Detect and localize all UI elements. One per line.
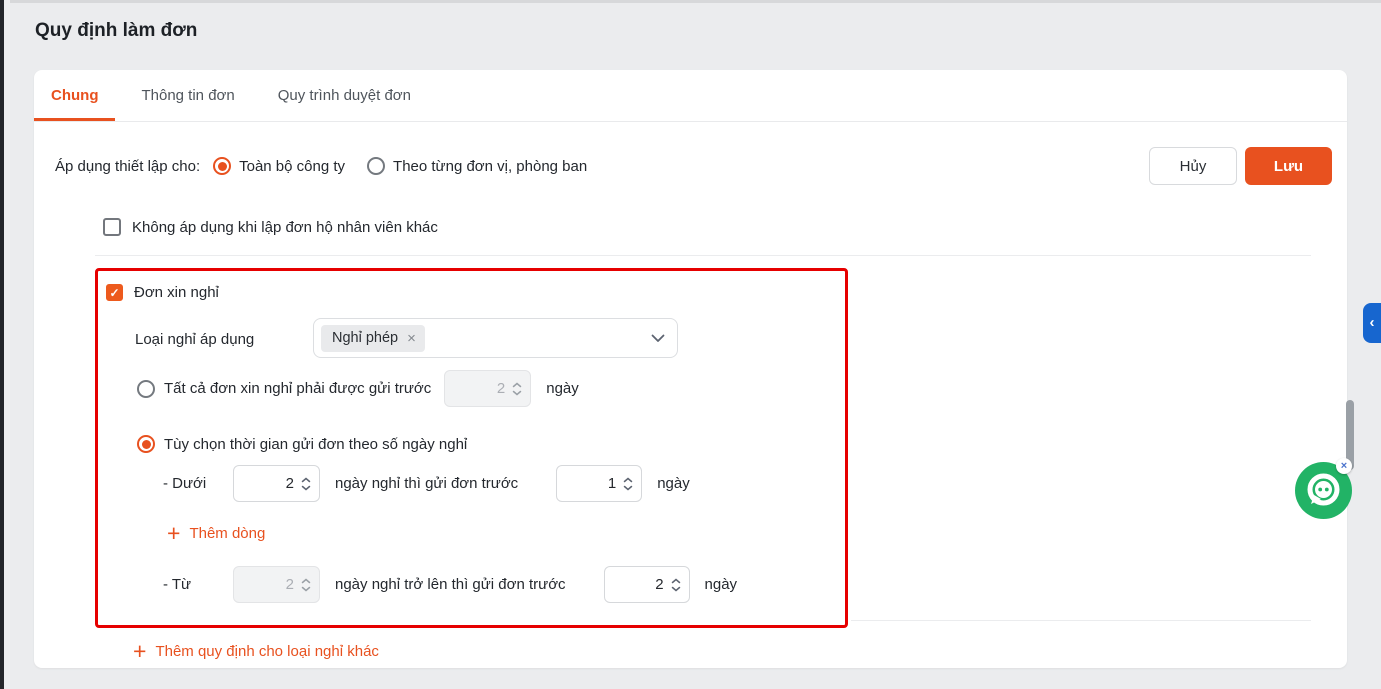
radio-option-per-department[interactable]: Theo từng đơn vị, phòng ban <box>367 157 587 175</box>
leave-type-tag: Nghỉ phép × <box>321 324 425 352</box>
action-buttons: Hủy Lưu <box>1149 147 1332 185</box>
from-days-stepper <box>233 566 320 603</box>
chevron-left-icon: ‹ <box>1369 313 1375 331</box>
radio-dot <box>217 161 227 171</box>
rule-custom-radio[interactable] <box>137 435 155 453</box>
under-days-stepper[interactable] <box>233 465 320 502</box>
cancel-button[interactable]: Hủy <box>1149 147 1237 185</box>
unit-label: ngày <box>704 576 738 593</box>
radio-per-department[interactable] <box>367 157 386 175</box>
chat-close-button[interactable]: × <box>1336 458 1352 474</box>
rule-fixed-days-stepper <box>444 370 532 407</box>
rule-custom-label: Tùy chọn thời gian gửi đơn theo số ngày … <box>164 435 468 453</box>
unit-label: ngày <box>657 475 690 492</box>
radio-dot <box>141 439 151 449</box>
unit-label: ngày <box>546 380 579 397</box>
stepper-arrows-icon[interactable] <box>623 477 633 491</box>
radio-option-whole-company[interactable]: Toàn bộ công ty <box>213 157 345 175</box>
annotation-rectangle: ✓ Đơn xin nghỉ Loại nghỉ áp dụng Nghỉ ph… <box>95 268 848 628</box>
radio-label: Toàn bộ công ty <box>239 157 346 175</box>
settings-card: Chung Thông tin đơn Quy trình duyệt đơn … <box>34 70 1347 668</box>
stepper-arrows-icon[interactable] <box>671 578 681 592</box>
leave-request-checkbox[interactable]: ✓ <box>106 284 123 301</box>
tabbar: Chung Thông tin đơn Quy trình duyệt đơn <box>34 70 1347 122</box>
add-row-label: Thêm dòng <box>189 524 266 542</box>
from-send-before-input[interactable] <box>612 576 671 593</box>
rule-fixed-label: Tất cả đơn xin nghỉ phải được gửi trước <box>164 380 432 397</box>
rule-fixed-radio[interactable] <box>137 379 155 398</box>
skip-for-others-row[interactable]: ✓ Không áp dụng khi lập đơn hộ nhân viên… <box>103 218 438 236</box>
stepper-arrows-icon <box>512 382 522 396</box>
under-send-before-input[interactable] <box>565 475 624 492</box>
rule-under-row: - Dưới ngày nghỉ thì gửi đơn trước ngày <box>163 465 690 502</box>
add-leave-rule-link[interactable]: + Thêm quy định cho loại nghỉ khác <box>133 638 379 664</box>
leave-type-label: Loại nghỉ áp dụng <box>135 331 255 348</box>
rule-under-middle-text: ngày nghỉ thì gửi đơn trước <box>335 475 519 492</box>
rule-from-middle-text: ngày nghỉ trở lên thì gửi đơn trước <box>335 576 566 593</box>
window-top-edge <box>0 0 1381 3</box>
tab-quy-trinh-duyet-don[interactable]: Quy trình duyệt đơn <box>261 70 428 121</box>
page-title: Quy định làm đơn <box>35 20 198 41</box>
from-send-before-stepper[interactable] <box>603 566 690 603</box>
rule-custom-row: Tùy chọn thời gian gửi đơn theo số ngày … <box>137 432 480 456</box>
under-days-input[interactable] <box>242 475 301 492</box>
rule-fixed-days-input <box>453 380 513 397</box>
apply-settings-label: Áp dụng thiết lập cho: <box>55 157 201 175</box>
rule-from-row: - Từ ngày nghỉ trở lên thì gửi đơn trước… <box>163 566 737 603</box>
check-icon: ✓ <box>109 285 120 300</box>
divider <box>851 620 1311 621</box>
stepper-arrows-icon[interactable] <box>301 477 311 491</box>
rule-from-prefix: - Từ <box>163 576 192 593</box>
leave-request-label: Đơn xin nghỉ <box>134 284 219 301</box>
stepper-arrows-icon <box>301 578 311 592</box>
from-days-input <box>242 576 301 593</box>
save-button[interactable]: Lưu <box>1245 147 1332 185</box>
tab-thong-tin-don[interactable]: Thông tin đơn <box>124 70 251 121</box>
plus-icon: + <box>133 638 147 664</box>
radio-whole-company[interactable] <box>213 157 232 175</box>
tab-chung[interactable]: Chung <box>34 70 116 121</box>
rule-fixed-row: Tất cả đơn xin nghỉ phải được gửi trước … <box>137 370 579 407</box>
divider <box>95 255 1311 256</box>
add-leave-rule-label: Thêm quy định cho loại nghỉ khác <box>155 642 379 660</box>
sidebar-collapse-tab[interactable]: ‹ <box>1363 303 1381 343</box>
tag-close-icon[interactable]: × <box>407 331 416 346</box>
under-send-before-stepper[interactable] <box>556 465 643 502</box>
chevron-down-icon[interactable] <box>651 334 665 343</box>
plus-icon: + <box>167 520 181 546</box>
leave-type-select[interactable]: Nghỉ phép × <box>313 318 678 358</box>
add-row-link[interactable]: + Thêm dòng <box>167 520 266 546</box>
skip-for-others-label: Không áp dụng khi lập đơn hộ nhân viên k… <box>132 218 438 236</box>
leave-request-row[interactable]: ✓ Đơn xin nghỉ <box>106 284 219 301</box>
skip-for-others-checkbox[interactable]: ✓ <box>103 218 121 236</box>
window-left-gap <box>4 0 10 689</box>
leave-type-tag-label: Nghỉ phép <box>332 330 399 346</box>
close-icon: × <box>1340 460 1348 472</box>
rule-under-prefix: - Dưới <box>163 475 207 492</box>
radio-label: Theo từng đơn vị, phòng ban <box>393 157 588 175</box>
apply-settings-row: Áp dụng thiết lập cho: Toàn bộ công ty T… <box>55 147 609 185</box>
